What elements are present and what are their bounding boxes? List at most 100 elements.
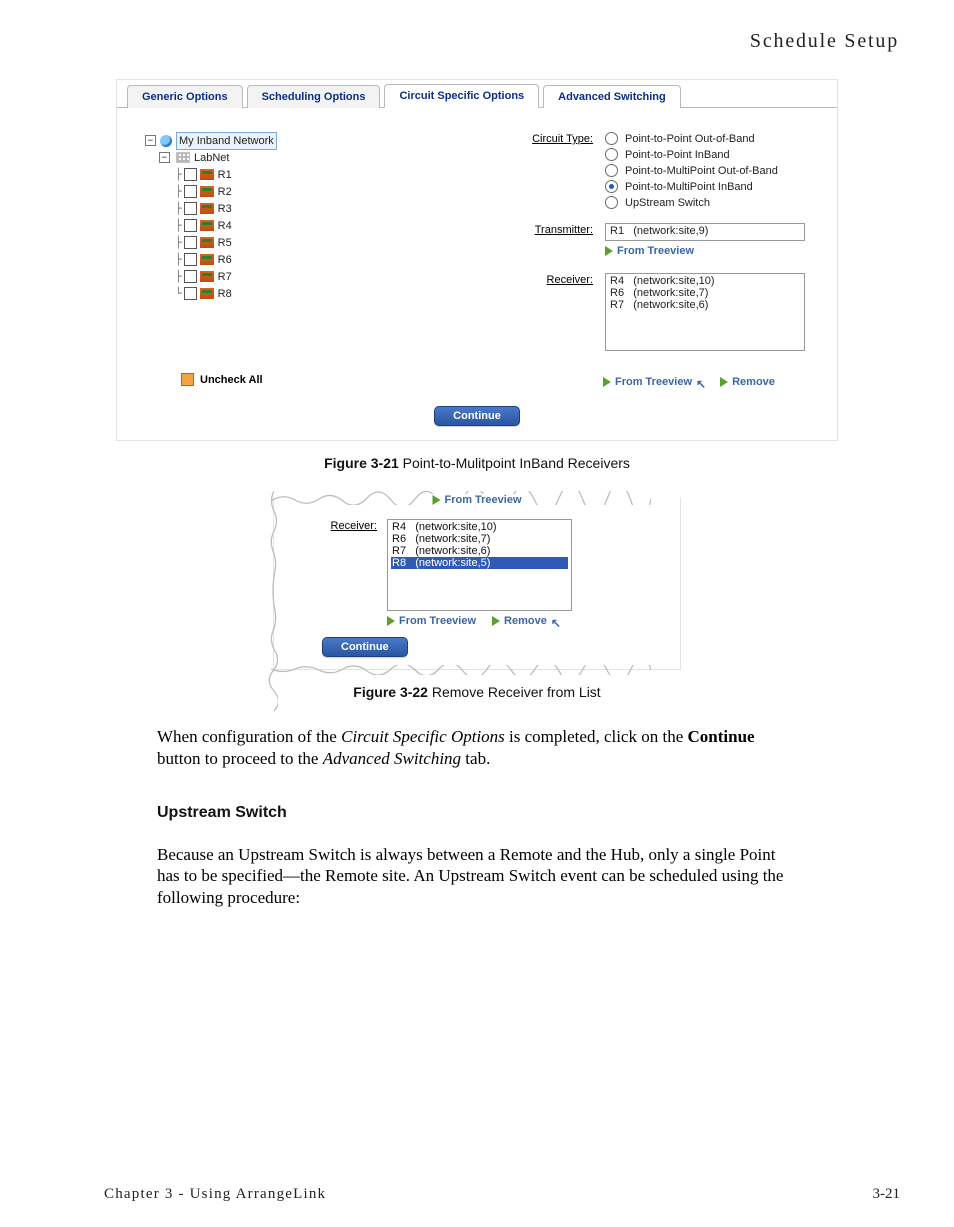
fig2-from-treeview-link[interactable]: From Treeview [387,615,476,627]
network-tree[interactable]: − My Inband Network − LabNet ├ R1 ├R2 ├ R3… [145,132,465,351]
fig2-receiver-field: Receiver: R4 (network:site,10) R6 (netwo… [292,519,662,611]
circuit-type-options: Point-to-Point Out-of-Band Point-to-Poin… [605,132,817,209]
receiver-listbox[interactable]: R4 (network:site,10) R6 (network:site,7)… [605,273,805,351]
page-footer: Chapter 3 - Using ArrangeLink 3-21 [0,1186,954,1203]
transmitter-listbox[interactable]: R1 (network:site,9) [605,223,805,241]
collapse-icon[interactable]: − [145,135,156,146]
tree-remote-label: R1 [218,167,232,183]
tree-remote-label: R3 [218,201,232,217]
fig2-receiver-listbox[interactable]: R4 (network:site,10) R6 (network:site,7)… [387,519,572,611]
radio-icon [605,196,618,209]
panel-bottom-row: Uncheck All From Treeview↖ Remove [117,365,837,400]
radio-p2mp-oob[interactable]: Point-to-MultiPoint Out-of-Band [605,164,817,177]
tab-circuit-specific-options[interactable]: Circuit Specific Options [384,84,539,108]
running-header: Schedule Setup [0,30,954,53]
list-item-selected[interactable]: R8 (network:site,5) [391,557,568,569]
body-paragraph-1: When configuration of the Circuit Specif… [157,726,797,770]
link-label: From Treeview [615,376,692,388]
body-paragraph-2: Because an Upstream Switch is always bet… [157,844,797,909]
text-bold: Continue [688,727,755,746]
tree-network-row[interactable]: − LabNet [159,149,465,166]
tree-remote-row[interactable]: ├R5 [175,234,465,251]
radio-icon [605,180,618,193]
list-item[interactable]: R4 (network:site,10) [391,521,568,533]
tab-generic-options[interactable]: Generic Options [127,85,243,108]
checkbox[interactable] [184,168,197,181]
play-icon [492,616,500,626]
tree-connector-icon: ├ [175,167,182,183]
radio-label: UpStream Switch [625,197,710,209]
text: tab. [461,749,490,768]
transmitter-from-treeview-link[interactable]: From Treeview [605,245,694,257]
checkbox[interactable] [184,185,197,198]
tree-remote-row[interactable]: ├R6 [175,251,465,268]
tree-network-label: LabNet [194,150,229,166]
list-item[interactable]: R7 (network:site,6) [391,545,568,557]
text: is completed, click on the [505,727,688,746]
tree-connector-icon: ├ [175,269,182,285]
checkbox[interactable] [184,253,197,266]
tree-remote-row[interactable]: ├ R3 [175,200,465,217]
subheading-upstream-switch: Upstream Switch [157,804,797,822]
list-item[interactable]: R4 (network:site,10) [609,275,801,287]
fig2-remove-link[interactable]: Remove↖ [492,615,561,627]
radio-p2p-ib[interactable]: Point-to-Point InBand [605,148,817,161]
fig2-action-links: From Treeview Remove↖ [387,615,662,627]
tree-remote-label: R8 [218,286,232,302]
play-icon [605,246,613,256]
transmitter-group: R1 (network:site,9) From Treeview [605,223,817,259]
continue-button[interactable]: Continue [434,406,520,426]
radio-p2p-oob[interactable]: Point-to-Point Out-of-Band [605,132,817,145]
text: button to proceed to the [157,749,323,768]
tree-connector-icon: ├ [175,201,182,217]
link-label: Remove [732,376,775,388]
figure-3-22-caption: Figure 3-22 Remove Receiver from List [0,684,954,700]
tree-remote-row[interactable]: ├R4 [175,217,465,234]
tree-root-label: My Inband Network [176,132,277,150]
tree-remote-row[interactable]: ├ R7 [175,268,465,285]
checkbox[interactable] [184,270,197,283]
form-column: Circuit Type: Point-to-Point Out-of-Band… [483,132,817,351]
tree-remote-label: R6 [218,252,232,268]
radio-upstream[interactable]: UpStream Switch [605,196,817,209]
continue-button[interactable]: Continue [322,637,408,657]
tree-connector-icon: ├ [175,184,182,200]
tree-root-row[interactable]: − My Inband Network [145,132,465,149]
list-item[interactable]: R1 (network:site,9) [609,225,801,237]
checkbox[interactable] [184,219,197,232]
text-italic: Circuit Specific Options [341,727,505,746]
receiver-group: R4 (network:site,10) R6 (network:site,7)… [605,273,817,351]
tab-scheduling-options[interactable]: Scheduling Options [247,85,381,108]
fig2-from-treeview-header[interactable]: From Treeview [428,494,525,506]
checkbox[interactable] [184,202,197,215]
play-icon [720,377,728,387]
list-item[interactable]: R7 (network:site,6) [609,299,801,311]
tabstrip: Generic Options Scheduling Options Circu… [117,80,837,108]
uncheck-all-link[interactable]: Uncheck All [200,374,263,386]
transmitter-label: Transmitter: [483,223,593,236]
link-label: Remove [504,615,547,627]
collapse-icon[interactable]: − [159,152,170,163]
remote-icon [200,186,214,197]
tab-advanced-switching[interactable]: Advanced Switching [543,85,681,108]
receiver-label: Receiver: [292,519,377,611]
tree-remote-label: R5 [218,235,232,251]
radio-p2mp-ib[interactable]: Point-to-MultiPoint InBand [605,180,817,193]
list-item[interactable]: R6 (network:site,7) [391,533,568,545]
tree-remote-row[interactable]: ├R2 [175,183,465,200]
tree-remote-row[interactable]: └ R8 [175,285,465,302]
remote-icon [200,288,214,299]
circuit-type-field: Circuit Type: Point-to-Point Out-of-Band… [483,132,817,209]
figure-number: Figure 3-22 [353,684,428,700]
tree-connector-icon: ├ [175,218,182,234]
receiver-remove-link[interactable]: Remove [720,376,775,388]
receiver-from-treeview-link[interactable]: From Treeview↖ [603,376,706,388]
checkbox[interactable] [184,287,197,300]
tree-remote-row[interactable]: ├ R1 [175,166,465,183]
checkbox[interactable] [184,236,197,249]
tree-remote-label: R7 [218,269,232,285]
tree-connector-icon: └ [175,286,182,302]
list-item[interactable]: R6 (network:site,7) [609,287,801,299]
figure-3-21-caption: Figure 3-21 Point-to-Mulitpoint InBand R… [0,455,954,471]
radio-label: Point-to-MultiPoint Out-of-Band [625,165,778,177]
